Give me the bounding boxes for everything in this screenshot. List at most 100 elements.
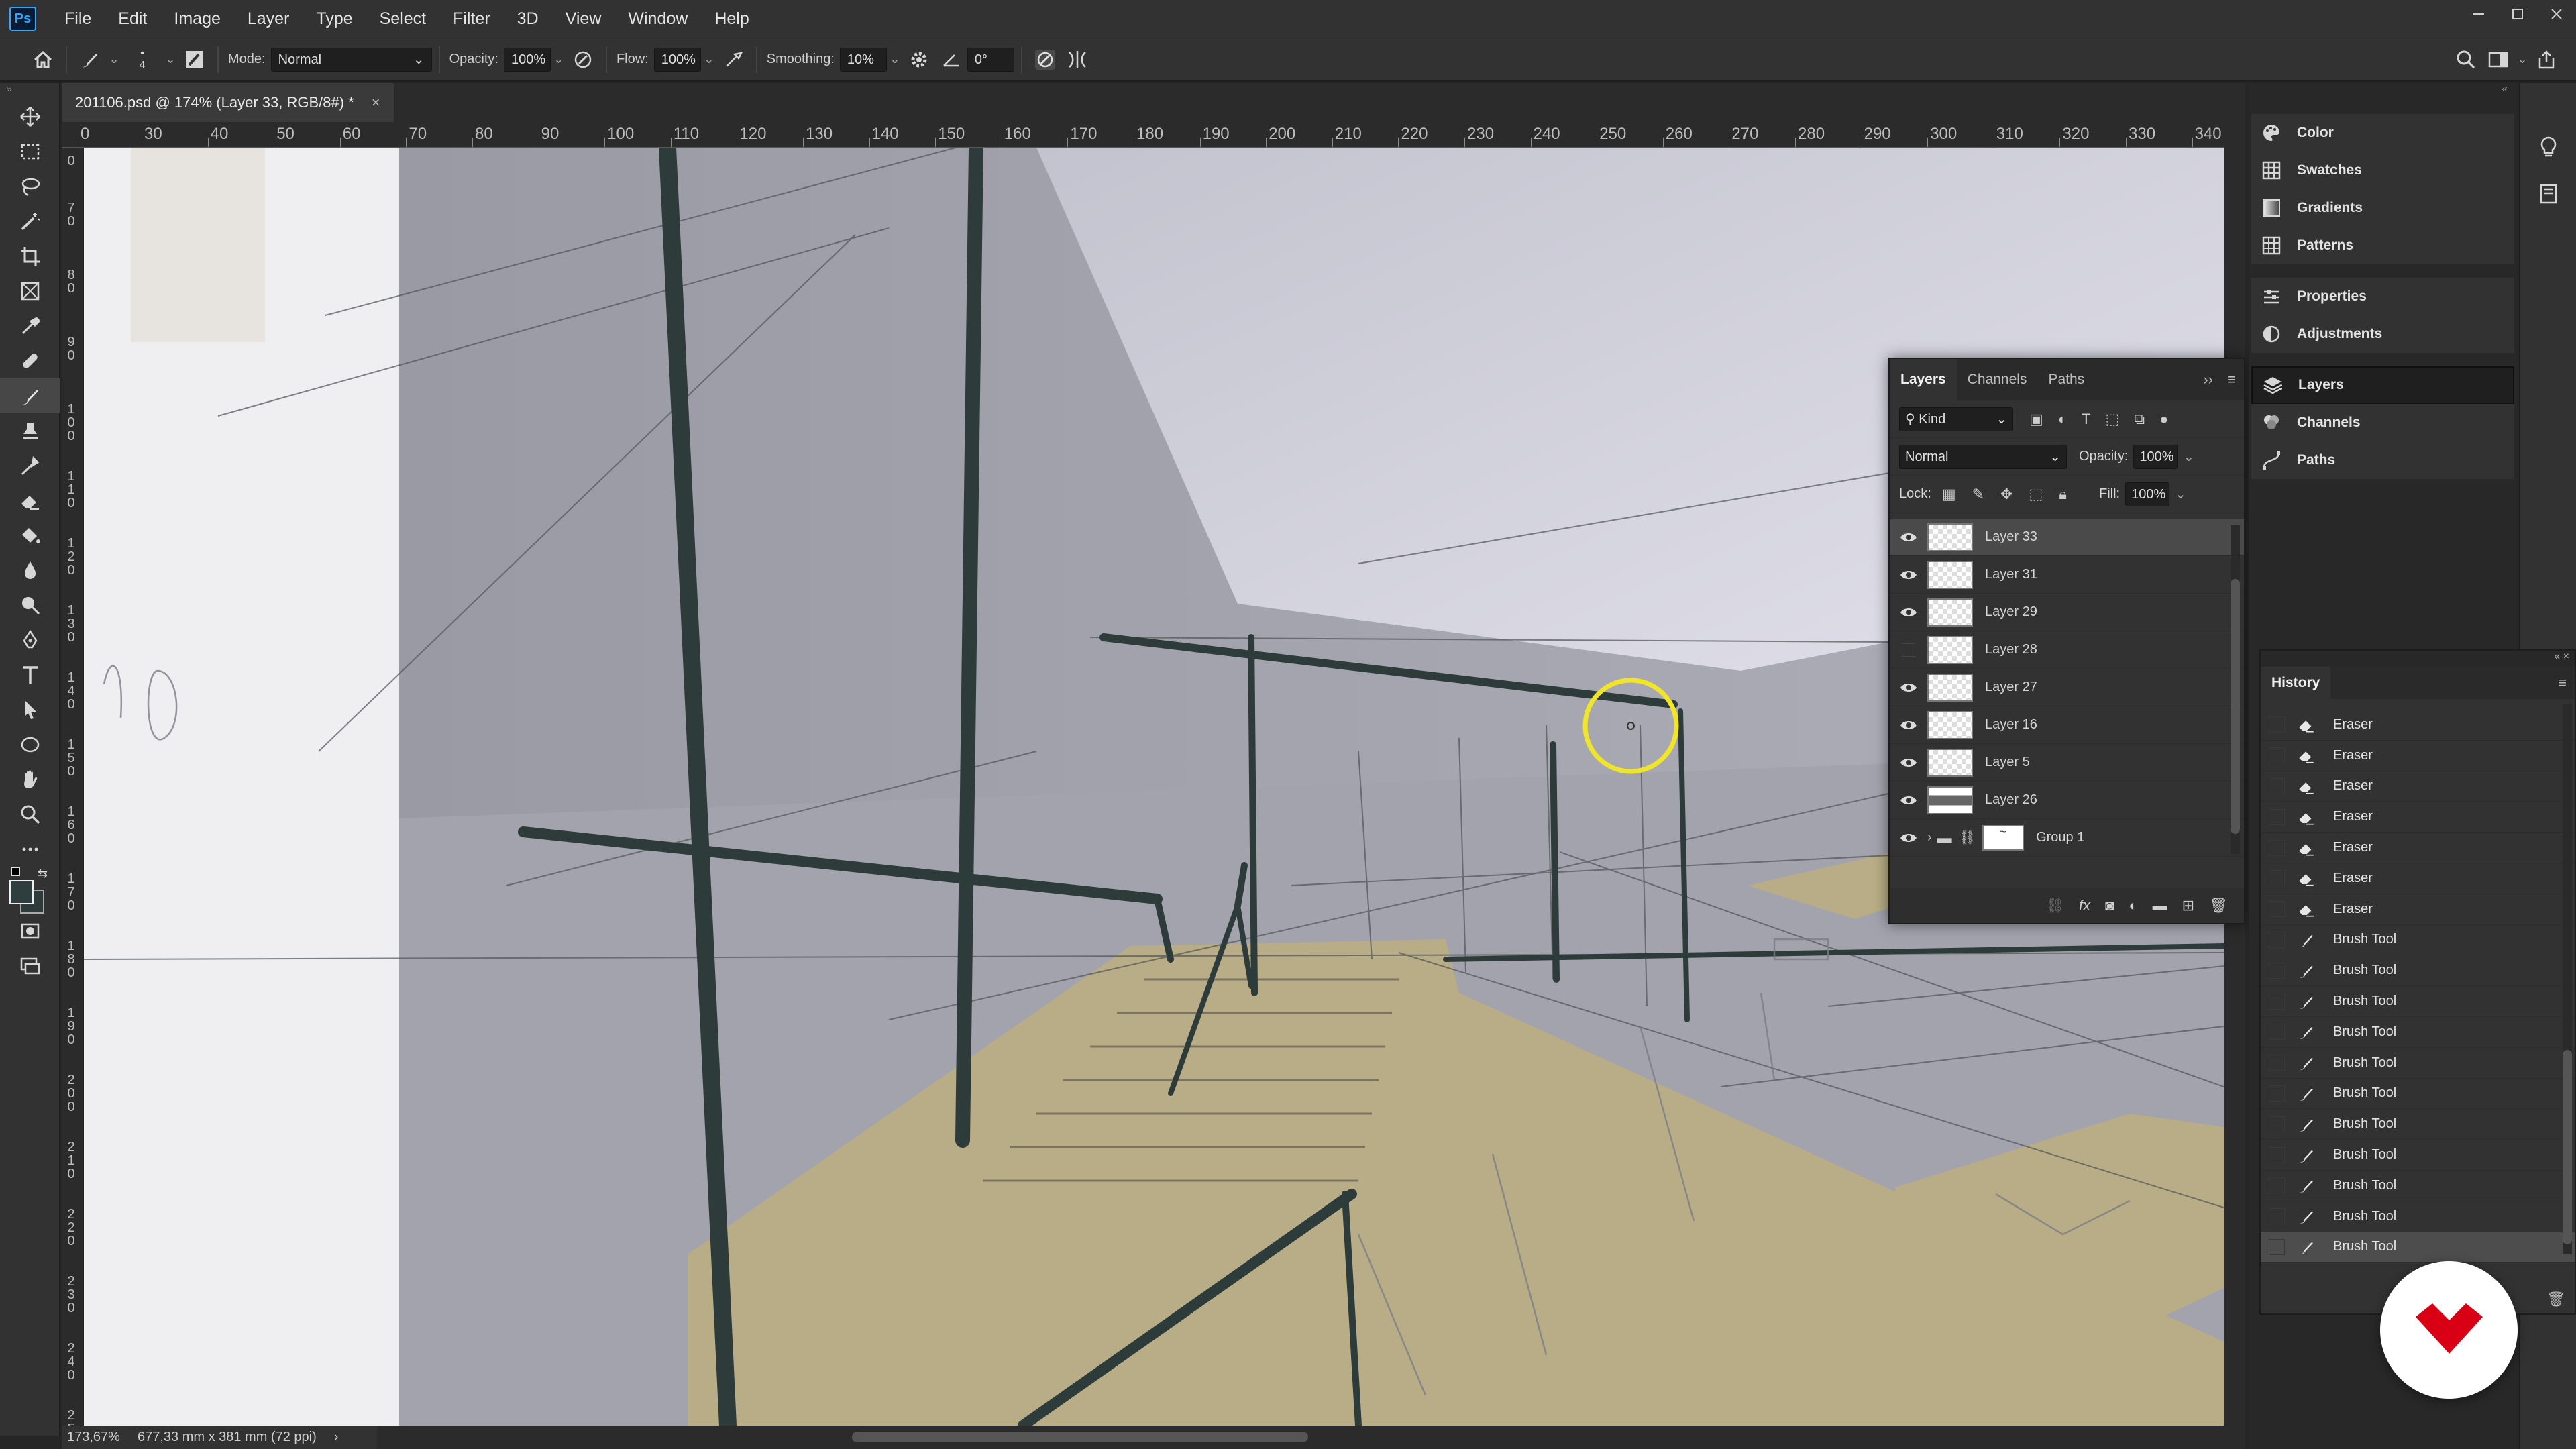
filter-toggle-icon[interactable]: ●	[2159, 411, 2168, 428]
link-layers-icon[interactable]: ⛓︎	[2045, 897, 2064, 914]
history-item[interactable]: Eraser	[2261, 710, 2575, 741]
group-row[interactable]: › ▬ ⛓︎ ~ Group 1	[1890, 819, 2244, 857]
dock-color[interactable]: Color	[2251, 114, 2514, 152]
layer-opacity-field[interactable]: 100%	[2133, 444, 2178, 469]
hand-tool-icon[interactable]	[0, 762, 60, 797]
visibility-eye-icon[interactable]	[1890, 682, 1927, 694]
history-snapshot-box[interactable]	[2269, 901, 2285, 918]
dock-paths[interactable]: Paths	[2251, 441, 2514, 479]
chevron-right-icon[interactable]: ›	[1927, 830, 1932, 845]
trash-icon[interactable]: 🗑︎	[2209, 897, 2228, 914]
layer-row[interactable]: Layer 31	[1890, 556, 2244, 594]
menu-file[interactable]: File	[51, 0, 105, 38]
blend-mode-select[interactable]: Normal ⌄	[1899, 444, 2067, 469]
fx-icon[interactable]: fx	[2079, 897, 2090, 914]
marquee-tool-icon[interactable]	[0, 134, 60, 169]
horizontal-scrollbar[interactable]	[376, 1426, 2245, 1449]
history-snapshot-box[interactable]	[2269, 1238, 2285, 1255]
history-snapshot-box[interactable]	[2269, 808, 2285, 825]
dock-channels[interactable]: Channels	[2251, 404, 2514, 441]
minimize-icon[interactable]	[2459, 0, 2498, 28]
menu-image[interactable]: Image	[160, 0, 233, 38]
menu-layer[interactable]: Layer	[234, 0, 303, 38]
learn-icon[interactable]	[2520, 123, 2576, 170]
maximize-icon[interactable]	[2498, 0, 2537, 28]
history-item[interactable]: Eraser	[2261, 741, 2575, 771]
add-mask-icon[interactable]: ◙	[2105, 897, 2114, 914]
share-icon[interactable]	[2530, 44, 2563, 76]
paint-bucket-tool-icon[interactable]	[0, 518, 60, 553]
search-icon[interactable]	[2450, 44, 2482, 76]
magic-wand-tool-icon[interactable]	[0, 204, 60, 239]
menu-window[interactable]: Window	[614, 0, 701, 38]
visibility-eye-icon[interactable]	[1890, 531, 1927, 543]
ellipse-tool-icon[interactable]	[0, 727, 60, 762]
zoom-tool-icon[interactable]	[0, 797, 60, 832]
fill-field[interactable]: 100%	[2125, 482, 2170, 506]
workspace-icon[interactable]	[2482, 44, 2514, 76]
dock-adjustments[interactable]: Adjustments	[2251, 315, 2514, 353]
layer-row[interactable]: Layer 29	[1890, 594, 2244, 631]
kind-filter-select[interactable]: ⚲ Kind ⌄	[1899, 407, 2013, 431]
panel-menu-icon[interactable]: ≡	[2558, 674, 2567, 692]
history-item[interactable]: Eraser	[2261, 771, 2575, 802]
brush-panel-icon[interactable]	[178, 44, 211, 76]
history-snapshot-box[interactable]	[2269, 1024, 2285, 1040]
blur-tool-icon[interactable]	[0, 553, 60, 588]
history-snapshot-box[interactable]	[2269, 993, 2285, 1010]
history-snapshot-box[interactable]	[2269, 1208, 2285, 1225]
menu-filter[interactable]: Filter	[439, 0, 504, 38]
adjustment-filter-icon[interactable]: ◐	[2058, 411, 2067, 428]
chevron-down-icon[interactable]: ⌄	[2514, 52, 2530, 66]
layer-row[interactable]: Layer 33	[1890, 519, 2244, 556]
close-icon[interactable]: ×	[2563, 651, 2569, 662]
chevron-down-icon[interactable]: ⌄	[162, 52, 178, 66]
history-snapshot-box[interactable]	[2269, 1055, 2285, 1071]
history-item[interactable]: Eraser	[2261, 833, 2575, 863]
history-item[interactable]: Brush Tool	[2261, 925, 2575, 956]
chevron-down-icon[interactable]: ⌄	[701, 52, 717, 66]
eyedropper-tool-icon[interactable]	[0, 309, 60, 343]
history-item[interactable]: Brush Tool	[2261, 1048, 2575, 1079]
collapse-icon[interactable]: «	[2554, 651, 2560, 662]
tab-layers[interactable]: Layers	[1890, 359, 1957, 400]
more-tools-icon[interactable]	[0, 832, 60, 867]
layer-list-scrollbar[interactable]	[2231, 525, 2240, 854]
frame-tool-icon[interactable]	[0, 274, 60, 309]
menu-select[interactable]: Select	[366, 0, 439, 38]
history-item[interactable]: Brush Tool	[2261, 1232, 2575, 1263]
zoom-level[interactable]: 173,67%	[67, 1430, 120, 1445]
pressure-opacity-icon[interactable]	[567, 44, 599, 76]
dock-layers[interactable]: Layers	[2251, 366, 2514, 404]
history-scrollbar[interactable]	[2563, 704, 2572, 1254]
smart-object-filter-icon[interactable]: ⧉	[2134, 411, 2145, 428]
new-layer-icon[interactable]: ⊞	[2182, 897, 2194, 914]
visibility-eye-icon[interactable]	[1890, 794, 1927, 806]
dock-gradients[interactable]: Gradients	[2251, 189, 2514, 227]
menu-3d[interactable]: 3D	[504, 0, 552, 38]
collapse-panel-icon[interactable]: ››	[2203, 371, 2213, 388]
visibility-empty-box[interactable]	[1890, 643, 1927, 657]
brush-size-indicator[interactable]: • 4	[122, 48, 162, 72]
home-icon[interactable]	[27, 44, 59, 76]
visibility-eye-icon[interactable]	[1890, 569, 1927, 581]
panel-collapse-icon[interactable]: »	[0, 83, 59, 99]
brush-tool-icon[interactable]	[0, 378, 60, 413]
history-item[interactable]: Brush Tool	[2261, 955, 2575, 987]
chevron-down-icon[interactable]: ⌄	[551, 52, 567, 66]
trash-icon[interactable]: 🗑︎	[2546, 1291, 2565, 1308]
dock-patterns[interactable]: Patterns	[2251, 227, 2514, 264]
scroll-thumb[interactable]	[2231, 579, 2240, 834]
healing-brush-tool-icon[interactable]	[0, 343, 60, 378]
history-snapshot-box[interactable]	[2269, 1146, 2285, 1163]
visibility-eye-icon[interactable]	[1890, 757, 1927, 769]
close-icon[interactable]: ×	[372, 94, 380, 111]
history-snapshot-box[interactable]	[2269, 839, 2285, 856]
document-tab[interactable]: 201106.psd @ 174% (Layer 33, RGB/8#) * ×	[62, 83, 394, 122]
tab-history[interactable]: History	[2261, 667, 2331, 699]
history-item[interactable]: Eraser	[2261, 894, 2575, 925]
foreground-color-swatch[interactable]	[9, 880, 34, 904]
lock-transparency-icon[interactable]: ▦	[1942, 486, 1956, 503]
libraries-icon[interactable]	[2520, 170, 2576, 217]
history-snapshot-box[interactable]	[2269, 1085, 2285, 1102]
